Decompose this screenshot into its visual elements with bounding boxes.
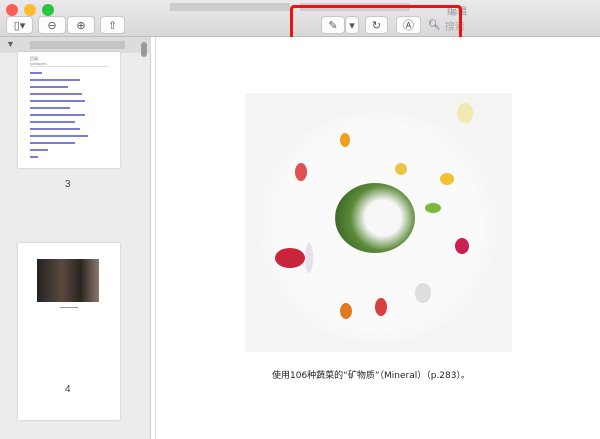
toolbar: 编辑 ▯▾ ⊖ ⊕ ⇧ ✎ ▾ ↻ Ⓐ 🔍︎ 搜索 [0,0,600,45]
close-button[interactable] [6,4,18,16]
sidebar-header[interactable]: ▼ [0,37,151,53]
zoom-out-icon: ⊖ [47,19,57,32]
share-button[interactable]: ⇧ [100,16,125,34]
thumbnail-page-3[interactable]: 目录 CONTENTS [18,52,120,168]
thumbnail-photo [37,259,99,302]
figure-caption: 使用106种蔬菜的“矿物质”（Mineral）（p.283）。 [272,371,470,381]
sidebar-toggle-button[interactable]: ▯▾ [6,16,33,34]
toc-subheading: CONTENTS [30,62,108,67]
zoom-button[interactable] [42,4,54,16]
food-photo [245,93,512,352]
thumbnail-sidebar: ▼ 目录 CONTENTS 3 4 [0,37,151,439]
share-icon: ⇧ [107,19,118,32]
minimize-button[interactable] [24,4,36,16]
sidebar-scrollbar[interactable] [141,42,147,57]
zoom-out-button[interactable]: ⊖ [38,16,66,34]
sidebar-icon: ▯▾ [13,19,26,32]
zoom-in-icon: ⊕ [76,19,86,32]
blurred-filename [30,41,125,49]
page-label-3: 3 [65,179,71,190]
page-label-4: 4 [65,384,71,395]
blurred-title [170,3,290,11]
disclosure-triangle-icon[interactable]: ▼ [6,39,15,49]
zoom-in-button[interactable]: ⊕ [67,16,95,34]
